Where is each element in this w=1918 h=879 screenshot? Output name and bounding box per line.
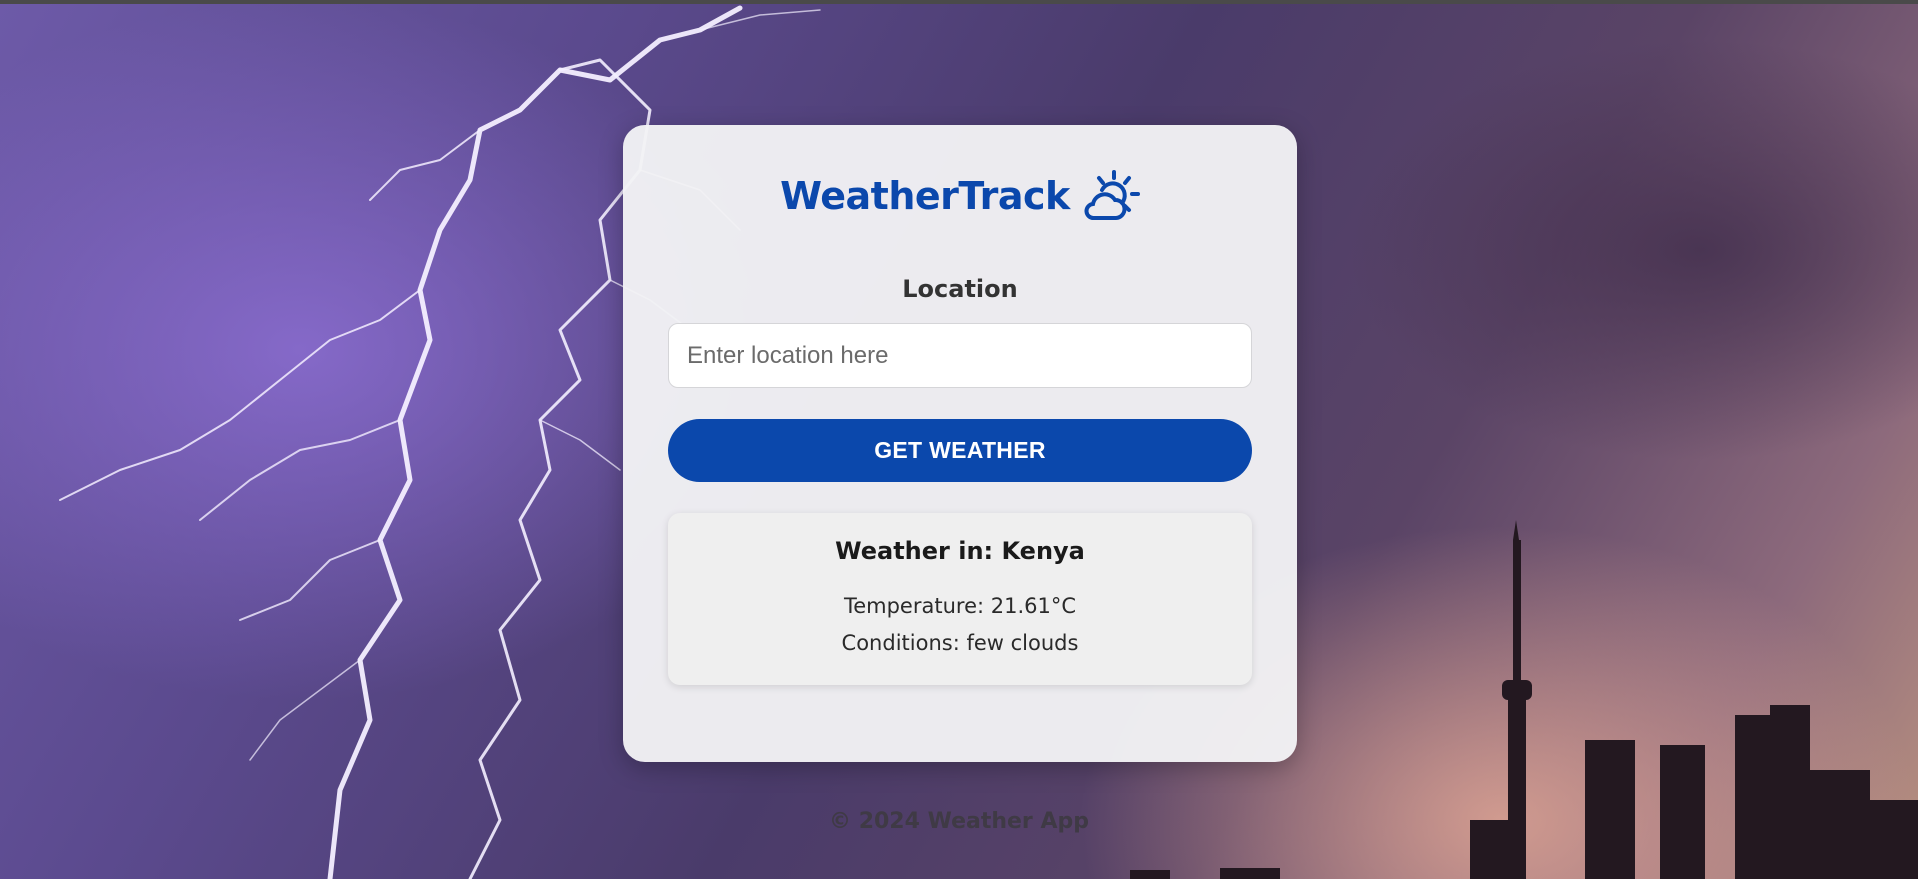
conditions-text: Conditions: few clouds — [841, 631, 1079, 655]
location-input[interactable] — [668, 323, 1252, 388]
app-header: WeatherTrack — [623, 168, 1297, 224]
footer-copyright: © 2024 Weather App — [829, 809, 1089, 834]
get-weather-button[interactable]: GET WEATHER — [668, 419, 1252, 482]
temperature-text: Temperature: 21.61°C — [843, 594, 1077, 618]
result-heading: Weather in: Kenya — [835, 537, 1085, 565]
weather-card: WeatherTrack Location GET WEATHER Weathe… — [623, 125, 1297, 762]
weather-result-panel: Weather in: Kenya Temperature: 21.61°C C… — [668, 513, 1252, 685]
window-top-bar — [0, 0, 1918, 4]
app-title: WeatherTrack — [780, 174, 1070, 218]
location-label: Location — [902, 275, 1018, 303]
sun-behind-cloud-icon — [1084, 170, 1140, 220]
